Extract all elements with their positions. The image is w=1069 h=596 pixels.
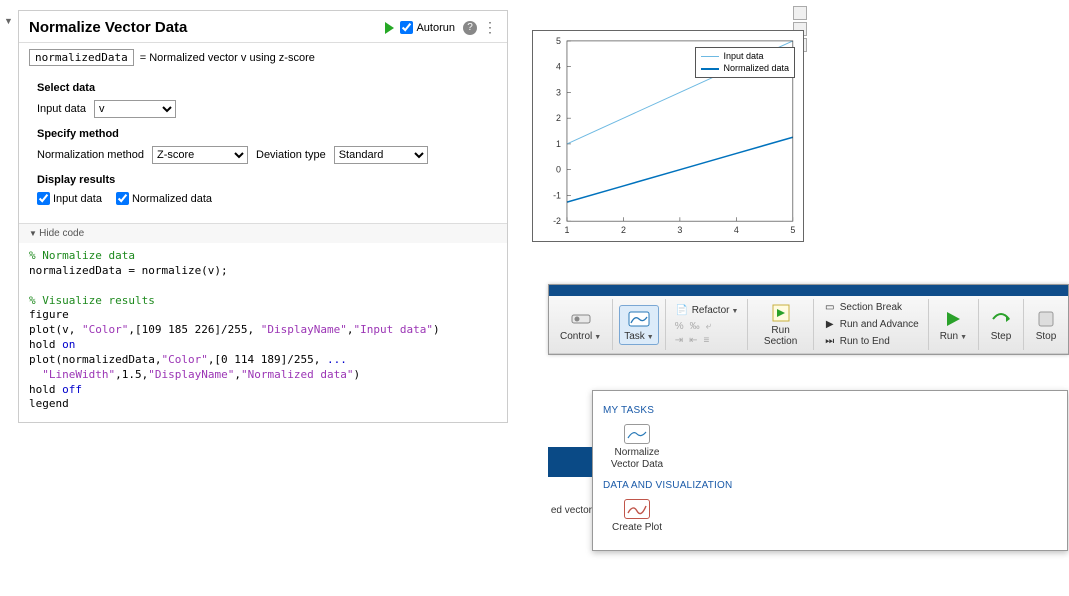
svg-text:1: 1 [556,139,561,149]
task-body: Select data Input data v Specify method … [19,74,507,223]
plot-legend: Input data Normalized data [695,47,795,78]
autorun-label: Autorun [416,22,455,34]
hide-code-toggle[interactable]: Hide code [19,223,507,243]
uncomment-icon[interactable]: ‰ [690,321,700,332]
norm-method-select[interactable]: Z-score [152,146,248,164]
gallery-item-create-plot[interactable]: Create Plot [603,495,671,538]
stop-icon [1035,308,1057,330]
svg-text:5: 5 [790,225,795,235]
run-advance-icon: ▶ [823,318,837,332]
select-data-heading: Select data [37,82,489,94]
show-normalized-checkbox[interactable]: Normalized data [116,192,212,205]
task-gallery-dropdown: MY TASKS Normalize Vector Data DATA AND … [592,390,1068,551]
help-icon[interactable]: ? [463,21,477,35]
run-section-icon [770,302,792,324]
svg-text:-1: -1 [553,190,561,200]
legend-swatch-normalized [701,68,719,70]
task-title: Normalize Vector Data [29,19,385,36]
run-and-advance-button[interactable]: ▶Run and Advance [820,317,922,333]
output-panel: -2 -1 0 1 2 3 4 5 1 2 3 4 5 Input data Normalized da… [508,0,1069,440]
output-variable-field[interactable]: normalizedData [29,49,134,66]
create-plot-icon [624,499,650,519]
input-data-label: Input data [37,103,86,115]
run-button[interactable]: Run [935,305,972,345]
autorun-input[interactable] [400,21,413,34]
background-text-snippet: ed vector [548,505,592,516]
run-to-end-icon: ⏭ [823,335,837,349]
svg-text:4: 4 [734,225,739,235]
deviation-type-label: Deviation type [256,149,326,161]
svg-text:2: 2 [556,113,561,123]
run-section-button[interactable]: Run Section [754,299,806,350]
svg-text:3: 3 [556,87,561,97]
data-viz-heading: DATA AND VISUALIZATION [603,480,1057,491]
task-card: Normalize Vector Data Autorun ? ⋮ normal… [18,10,508,423]
task-button[interactable]: Task [619,305,659,345]
svg-text:-2: -2 [553,216,561,226]
show-input-checkbox[interactable]: Input data [37,192,102,205]
step-button[interactable]: Step [985,305,1017,345]
live-task-panel: ▼ Normalize Vector Data Autorun ? ⋮ norm… [0,0,508,440]
generated-code: % Normalize data normalizedData = normal… [19,243,507,422]
more-options-icon[interactable]: ⋮ [483,19,497,36]
svg-text:1: 1 [564,225,569,235]
svg-text:3: 3 [677,225,682,235]
specify-method-heading: Specify method [37,128,489,140]
svg-text:5: 5 [556,36,561,46]
output-row: normalizedData = Normalized vector v usi… [19,43,507,74]
toolstrip: Control Task 📄Refactor % ‰ ⤶ ⇥ ⇤ ≡ [548,284,1069,355]
norm-method-label: Normalization method [37,149,144,161]
run-icon [942,308,964,330]
refactor-icon: 📄 [675,304,689,318]
svg-text:0: 0 [556,165,561,175]
task-icon [628,308,650,330]
normalize-task-icon [624,424,650,444]
task-header: Normalize Vector Data Autorun ? ⋮ [19,11,507,43]
indent-icon[interactable]: ⇥ [675,335,683,346]
legend-swatch-input [701,56,719,57]
control-button[interactable]: Control [555,305,606,345]
section-break-icon: ▭ [823,301,837,315]
output-icon-1[interactable] [793,6,807,20]
display-results-heading: Display results [37,174,489,186]
section-break-button[interactable]: ▭Section Break [820,300,922,316]
wrap-icon[interactable]: ⤶ [706,321,712,332]
step-icon [990,308,1012,330]
control-icon [570,308,592,330]
output-description: = Normalized vector v using z-score [140,52,315,64]
stop-button[interactable]: Stop [1030,305,1062,345]
run-task-icon[interactable] [385,22,394,34]
toolstrip-tab-band [549,285,1068,296]
background-title-bar [548,447,592,477]
format-icon[interactable]: ≡ [703,335,709,346]
deviation-type-select[interactable]: Standard [334,146,428,164]
autorun-checkbox[interactable]: Autorun [400,21,455,34]
comment-icon[interactable]: % [675,321,684,332]
run-to-end-button[interactable]: ⏭Run to End [820,334,922,350]
plot-output[interactable]: -2 -1 0 1 2 3 4 5 1 2 3 4 5 Input data Normalized da… [532,30,804,242]
collapse-toggle-icon[interactable]: ▼ [4,16,13,26]
svg-text:2: 2 [621,225,626,235]
svg-text:4: 4 [556,62,561,72]
refactor-button[interactable]: 📄Refactor [672,303,742,319]
outdent-icon[interactable]: ⇤ [689,335,697,346]
input-data-select[interactable]: v [94,100,176,118]
my-tasks-heading: MY TASKS [603,405,1057,416]
gallery-item-normalize[interactable]: Normalize Vector Data [603,420,671,474]
